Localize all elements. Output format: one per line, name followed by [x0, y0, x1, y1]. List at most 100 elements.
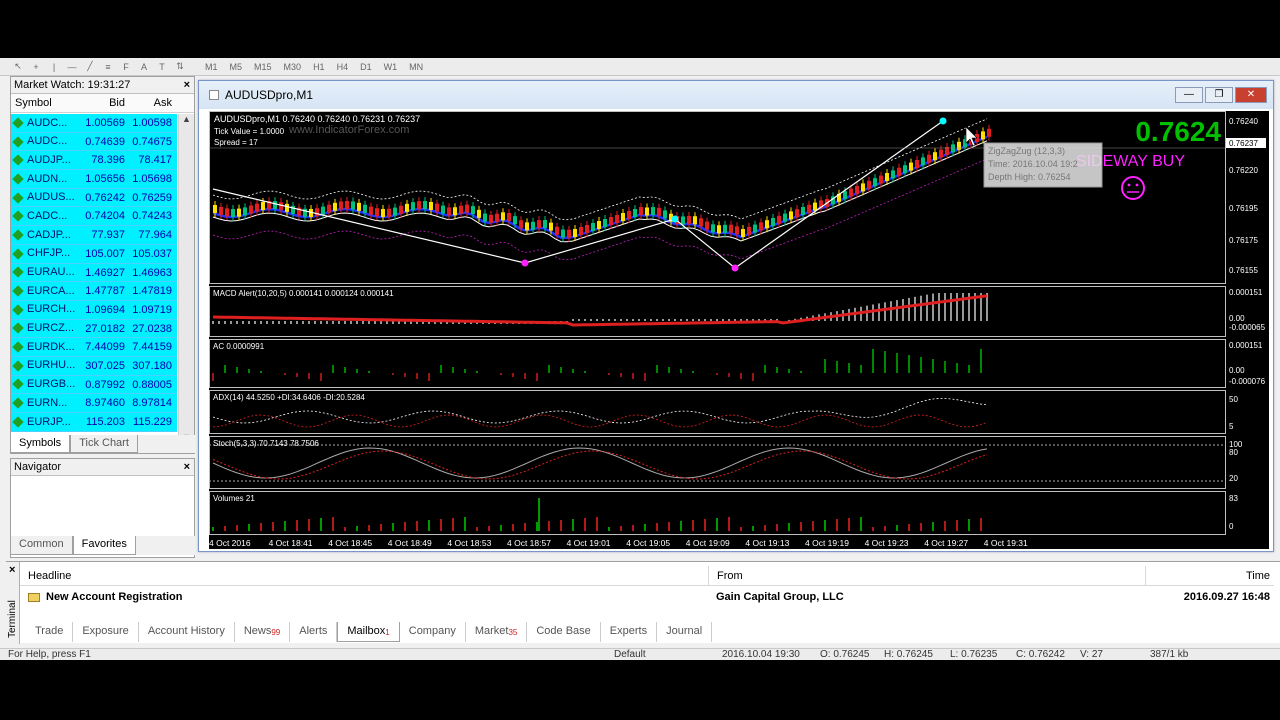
candle-body	[693, 216, 697, 225]
tab-alerts[interactable]: Alerts	[290, 622, 338, 642]
col-ask[interactable]: Ask	[128, 94, 175, 112]
market-watch-row[interactable]: EURJP... 115.203 115.229	[11, 413, 177, 432]
tab-account-history[interactable]: Account History	[139, 622, 235, 642]
bid-cell: 7.44099	[85, 341, 125, 354]
market-watch-close-icon[interactable]: ×	[184, 77, 190, 94]
close-icon[interactable]: ✕	[1235, 87, 1267, 103]
candle-body	[759, 222, 763, 231]
candle-body	[255, 203, 259, 212]
indicator-axis-label: 50	[1229, 395, 1238, 404]
tab-label: Experts	[609, 625, 648, 637]
table-row[interactable]: New Account Registration Gain Capital Gr…	[20, 587, 1274, 607]
col-symbol[interactable]: Symbol	[11, 94, 81, 112]
text-icon[interactable]: A	[138, 62, 150, 72]
candle-body	[345, 201, 349, 210]
market-watch-row[interactable]: CHFJP... 105.007 105.037	[11, 244, 177, 264]
candle-body	[921, 157, 925, 166]
tab-market[interactable]: Market35	[466, 622, 528, 642]
market-watch-row[interactable]: EURGB... 0.87992 0.88005	[11, 375, 177, 395]
candle-body	[249, 205, 253, 214]
navigator-close-icon[interactable]: ×	[184, 459, 190, 476]
market-watch-row[interactable]: EURCA... 1.47787 1.47819	[11, 282, 177, 301]
tab-experts[interactable]: Experts	[601, 622, 658, 642]
vertical-line-icon[interactable]: |	[48, 62, 60, 72]
market-watch-row[interactable]: AUDC... 1.00569 1.00598	[11, 114, 177, 133]
market-watch-row[interactable]: EURN... 8.97460 8.97814	[11, 394, 177, 413]
timeframe-m1[interactable]: M1	[200, 62, 223, 72]
market-watch-row[interactable]: EURCH... 1.09694 1.09719	[11, 300, 177, 320]
timeframe-m15[interactable]: M15	[249, 62, 277, 72]
timeframe-m5[interactable]: M5	[225, 62, 248, 72]
crosshair-icon[interactable]: +	[30, 62, 42, 72]
scroll-up-icon[interactable]: ▲	[179, 114, 194, 128]
channel-icon[interactable]: ≡	[102, 62, 114, 72]
timeframe-h1[interactable]: H1	[308, 62, 330, 72]
candle-body	[861, 183, 865, 192]
col-from[interactable]: From	[708, 566, 1145, 585]
candle-body	[495, 213, 499, 222]
tab-common[interactable]: Common	[10, 536, 73, 555]
tab-favorites[interactable]: Favorites	[72, 536, 136, 555]
market-watch-row[interactable]: EURHU... 307.025 307.180	[11, 356, 177, 376]
candle-body	[747, 226, 751, 235]
market-watch-scrollbar[interactable]: ▲ ▼	[178, 114, 194, 446]
market-watch-row[interactable]: AUDJP... 78.396 78.417	[11, 151, 177, 171]
minimize-icon[interactable]: —	[1175, 87, 1203, 103]
symbol-name: CADC...	[27, 209, 68, 222]
candle-body	[543, 220, 547, 229]
tab-label: Trade	[35, 625, 64, 637]
timeframe-d1[interactable]: D1	[355, 62, 377, 72]
col-bid[interactable]: Bid	[81, 94, 128, 112]
symbol-cell: EURCA...	[11, 282, 81, 300]
tab-trade[interactable]: Trade	[26, 622, 74, 642]
ask-cell: 7.44159	[132, 341, 172, 354]
row-time: 2016.09.27 16:48	[1183, 591, 1270, 603]
market-watch-row[interactable]: AUDC... 0.74639 0.74675	[11, 132, 177, 152]
tab-company[interactable]: Company	[400, 622, 466, 642]
bid-cell: 0.74204	[85, 210, 125, 223]
tab-tick-chart[interactable]: Tick Chart	[70, 435, 138, 453]
timeframe-m30[interactable]: M30	[279, 62, 307, 72]
col-headline[interactable]: Headline	[20, 566, 708, 585]
candle-body	[765, 220, 769, 229]
tab-symbols[interactable]: Symbols	[10, 435, 71, 453]
cursor-icon[interactable]: ↖	[12, 61, 24, 72]
market-watch-row[interactable]: CADC... 0.74204 0.74243	[11, 207, 177, 227]
tick-value: Tick Value = 1.0000	[214, 127, 285, 136]
price-axis-label: 0.76240	[1229, 117, 1258, 126]
candle-body	[411, 202, 415, 211]
tab-mailbox[interactable]: Mailbox1	[337, 622, 400, 642]
window-icon	[209, 90, 219, 100]
price-chart[interactable]: AUDUSDpro,M1 0.76240 0.76240 0.76231 0.7…	[209, 111, 1269, 549]
candle-body	[327, 204, 331, 213]
symbol-diamond-icon	[12, 135, 24, 148]
market-watch-row[interactable]: AUDUS... 0.76242 0.76259	[11, 188, 177, 208]
market-watch-row[interactable]: CADJP... 77.937 77.964	[11, 226, 177, 245]
horizontal-line-icon[interactable]: —	[66, 62, 78, 72]
market-watch-row[interactable]: EURCZ... 27.0182 27.0238	[11, 319, 177, 339]
chart-window-title-bar[interactable]: AUDUSDpro,M1	[199, 81, 1273, 109]
tab-journal[interactable]: Journal	[657, 622, 713, 642]
timeframe-w1[interactable]: W1	[379, 62, 403, 72]
status-open: O: 0.76245	[820, 649, 870, 660]
tab-exposure[interactable]: Exposure	[73, 622, 139, 642]
tab-code-base[interactable]: Code Base	[527, 622, 601, 642]
symbol-diamond-icon	[12, 117, 24, 129]
market-watch-row[interactable]: AUDN... 1.05656 1.05698	[11, 170, 177, 189]
trendline-icon[interactable]: ╱	[84, 61, 96, 72]
candle-body	[651, 207, 655, 216]
timeframe-h4[interactable]: H4	[332, 62, 354, 72]
timeframe-mn[interactable]: MN	[404, 62, 428, 72]
terminal-close-icon[interactable]: ×	[9, 564, 15, 576]
tab-label: Exposure	[82, 625, 129, 637]
restore-icon[interactable]: ❐	[1205, 87, 1233, 103]
col-time[interactable]: Time	[1145, 566, 1274, 585]
fibonacci-icon[interactable]: F	[120, 62, 132, 72]
market-watch-row[interactable]: EURDK... 7.44099 7.44159	[11, 338, 177, 357]
label-icon[interactable]: T	[156, 62, 168, 72]
tab-news[interactable]: News99	[235, 622, 291, 642]
symbol-cell: EURDK...	[11, 338, 81, 356]
market-watch-row[interactable]: EURAU... 1.46927 1.46963	[11, 263, 177, 283]
arrows-icon[interactable]: ⇅	[174, 61, 186, 72]
candle-body	[351, 201, 355, 210]
